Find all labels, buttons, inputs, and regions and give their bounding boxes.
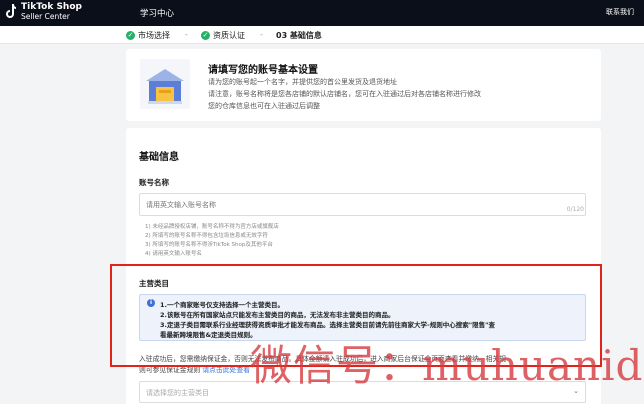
notice-line: 3.定退子类目需联系行业经理获得资质审批才能发布商品。选择主营类目前请先前往商家… bbox=[160, 321, 495, 329]
deposit-rules-link[interactable]: 请点击此处查看 bbox=[202, 366, 250, 374]
rule-item: 4) 请用英文输入账号名 bbox=[145, 251, 202, 257]
logo-subtitle: Seller Center bbox=[21, 12, 70, 21]
check-circle-icon: ✓ bbox=[126, 31, 135, 40]
step-label: 03 基础信息 bbox=[276, 31, 322, 40]
deposit-note-line2: 则可参见保证金规则 请点击此处查看 bbox=[139, 364, 250, 374]
account-name-label: 账号名称 bbox=[139, 178, 169, 187]
info-icon: i bbox=[147, 299, 155, 307]
deposit-note-text: 则可参见保证金规则 bbox=[139, 366, 201, 374]
account-name-input[interactable] bbox=[139, 193, 586, 216]
notice-line: 看最新跨境限售&定退类目规则。 bbox=[160, 331, 257, 339]
section-title: 基础信息 bbox=[139, 152, 179, 163]
category-notice: i 1.一个商家账号仅支持选择一个主营类目。 2.该账号在所有国家站点只能发布主… bbox=[139, 294, 586, 341]
step-separator: - bbox=[185, 30, 189, 39]
top-nav-bar: TikTok Shop Seller Center 学习中心 联系我们 bbox=[0, 0, 644, 26]
step-market-select[interactable]: ✓ 市场选择 bbox=[126, 30, 170, 41]
basic-info-form: 基础信息 账号名称 0/120 1) 未经品牌授权店铺，账号名称不得为官方店或旗… bbox=[126, 128, 601, 404]
chevron-down-icon: ⌄ bbox=[573, 387, 579, 395]
step-separator: - bbox=[260, 30, 264, 39]
notice-line: 2.该账号在所有国家站点只能发布主营类目的商品，无法发布非主营类目的商品。 bbox=[160, 311, 395, 319]
intro-title: 请填写您的账号基本设置 bbox=[208, 65, 318, 76]
step-label: 市场选择 bbox=[138, 31, 170, 40]
intro-line: 请为您的账号起一个名字，并提供您的首公里发货及退货地址 bbox=[208, 78, 397, 86]
step-qualification-cert[interactable]: ✓ 资质认证 bbox=[201, 30, 245, 41]
rule-item: 3) 所填写的账号名称不得涉TikTok Shop及其他平台 bbox=[145, 242, 273, 248]
step-label: 资质认证 bbox=[213, 31, 245, 40]
step-separator-2: - bbox=[260, 30, 270, 39]
nav-learning-center[interactable]: 学习中心 bbox=[140, 7, 174, 19]
tiktok-shop-logo[interactable]: TikTok Shop Seller Center bbox=[4, 2, 82, 22]
main-category-label: 主营类目 bbox=[139, 279, 169, 288]
progress-steps: ✓ 市场选择 - ✓ 资质认证 - 03 基础信息 bbox=[0, 26, 644, 44]
rule-item: 2) 所填写的账号名称不得包含垃圾信息或无效字符 bbox=[145, 233, 268, 239]
intro-line: 请注意，账号名称将是您各店铺的默认店铺名，您可在入驻通过后对各店铺名称进行修改 bbox=[208, 90, 481, 98]
step-basic-info[interactable]: 03 基础信息 bbox=[276, 30, 322, 41]
select-placeholder: 请选择您的主营类目 bbox=[146, 389, 209, 397]
step-qualification: - bbox=[185, 30, 195, 39]
char-counter: 0/120 bbox=[566, 206, 584, 213]
check-circle-icon: ✓ bbox=[201, 31, 210, 40]
notice-line: 1.一个商家账号仅支持选择一个主营类目。 bbox=[160, 301, 284, 309]
warehouse-illustration-icon bbox=[140, 59, 190, 109]
intro-line: 您的仓库信息也可在入驻通过后调整 bbox=[208, 102, 320, 110]
main-category-select[interactable]: 请选择您的主营类目 ⌄ bbox=[139, 381, 586, 403]
intro-card: 请填写您的账号基本设置 请为您的账号起一个名字，并提供您的首公里发货及退货地址 … bbox=[126, 49, 601, 121]
rule-item: 1) 未经品牌授权店铺，账号名称不得为官方店或旗舰店 bbox=[145, 224, 279, 230]
tiktok-note-icon bbox=[4, 4, 18, 20]
deposit-note: 入驻成功后，您需缴纳保证金，否则无法发布商品。具体金额请入驻成功后，进入商家后台… bbox=[139, 355, 507, 363]
nav-contact-us[interactable]: 联系我们 bbox=[606, 7, 634, 17]
logo-title: TikTok Shop bbox=[21, 2, 82, 12]
